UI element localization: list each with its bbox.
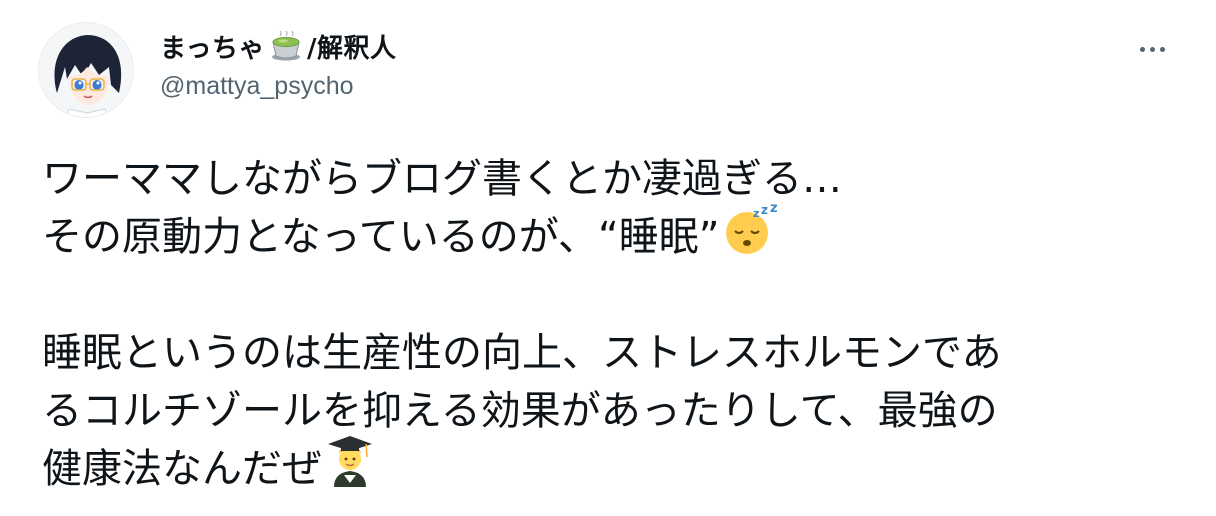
name-suffix: /解釈人 xyxy=(306,33,397,64)
tweet-text-line-2: その原動力となっているのが、“睡眠” xyxy=(42,214,720,260)
tweet-text: ワーママしながらブログ書くとか凄過ぎる… その原動力となっているのが、“睡眠” … xyxy=(42,150,1182,498)
author-handle[interactable]: @mattya_psycho xyxy=(160,72,354,101)
author-name-row[interactable]: まっちゃ /解釈人 xyxy=(160,26,396,66)
more-options-button[interactable] xyxy=(1132,34,1172,64)
sleeping-face-icon: z z z xyxy=(723,201,781,271)
tweet-card: まっちゃ /解釈人 @mattya_psycho ワーママしながらブログ書くとか… xyxy=(0,0,1216,516)
avatar[interactable] xyxy=(38,22,134,118)
svg-text:z: z xyxy=(770,203,778,216)
tweet-text-line: るコルチゾールを抑える効果があったりして、最強の xyxy=(42,382,1182,440)
matcha-tea-icon xyxy=(269,30,303,62)
more-options-icon-dot xyxy=(1149,46,1155,52)
more-options-icon xyxy=(1139,46,1145,52)
svg-text:z: z xyxy=(761,203,768,217)
graduate-icon xyxy=(326,435,374,503)
more-options-icon-dot xyxy=(1159,46,1165,52)
display-name: まっちゃ xyxy=(160,33,265,64)
tweet-text-line: ワーママしながらブログ書くとか凄過ぎる… xyxy=(42,150,1182,208)
tweet-text-line-1: ワーママしながらブログ書くとか凄過ぎる… xyxy=(42,156,842,202)
tweet-text-line-5: るコルチゾールを抑える効果があったりして、最強の xyxy=(42,388,998,434)
svg-text:z: z xyxy=(753,207,759,220)
tweet-text-line-6: 健康法なんだぜ xyxy=(42,446,322,492)
tweet-text-line: 睡眠というのは生産性の向上、ストレスホルモンであ xyxy=(42,324,1182,382)
tweet-text-line: 健康法なんだぜ xyxy=(42,436,1182,498)
tweet-text-line: その原動力となっているのが、“睡眠” z z z xyxy=(42,201,1182,266)
tweet-text-line-4: 睡眠というのは生産性の向上、ストレスホルモンであ xyxy=(42,330,1002,376)
